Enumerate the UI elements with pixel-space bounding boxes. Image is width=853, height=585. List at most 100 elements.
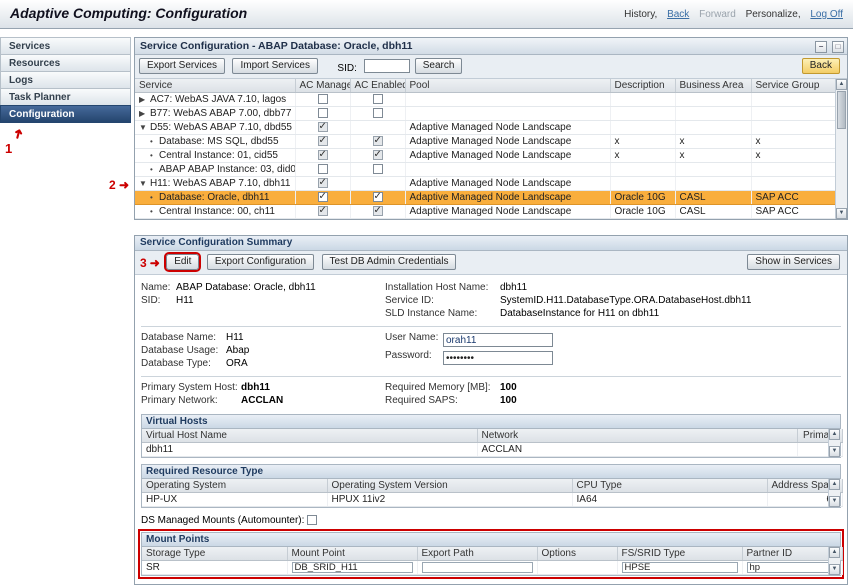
ac-managed-checkbox[interactable] (318, 94, 328, 104)
ds-managed-mounts-checkbox[interactable] (307, 515, 317, 525)
ac-managed-checkbox[interactable] (318, 150, 328, 160)
col-ac-managed[interactable]: AC Managed (295, 79, 350, 93)
col-description[interactable]: Description (610, 79, 675, 93)
divider (141, 326, 841, 327)
resource-type-row[interactable]: HP-UX HPUX 11iv2 IA64 64 (142, 493, 842, 507)
sid-input[interactable] (364, 59, 410, 73)
fs-srid-type-input[interactable]: HPSE (622, 562, 738, 573)
import-services-button[interactable]: Import Services (232, 58, 317, 74)
ac-enabled-cell (350, 135, 405, 149)
service-name: Database: MS SQL, dbd55 (159, 136, 279, 147)
back-button[interactable]: Back (802, 58, 840, 74)
resource-type-scrollbar[interactable]: ▲ ▼ (828, 479, 840, 507)
ac-enabled-cell (350, 177, 405, 191)
scroll-down-icon[interactable]: ▼ (829, 496, 840, 507)
service-row[interactable]: •ABAP ABAP Instance: 03, did03 (135, 163, 835, 177)
col-storage-type[interactable]: Storage Type (142, 547, 287, 561)
service-row[interactable]: •Central Instance: 01, cid55 Adaptive Ma… (135, 149, 835, 163)
partner-id-input[interactable]: hp (747, 562, 838, 573)
ac-enabled-checkbox[interactable] (373, 206, 383, 216)
pool-cell: Adaptive Managed Node Landscape (405, 135, 610, 149)
col-fs-srid-type[interactable]: FS/SRID Type (617, 547, 742, 561)
scroll-up-icon[interactable]: ▲ (829, 479, 840, 490)
col-options[interactable]: Options (537, 547, 617, 561)
sidebar-item-configuration[interactable]: Configuration (0, 105, 131, 123)
services-scrollbar[interactable]: ▲ ▼ (835, 79, 847, 219)
service-row[interactable]: ▼H11: WebAS ABAP 7.10, dbh11 Adaptive Ma… (135, 177, 835, 191)
ac-managed-checkbox[interactable] (318, 178, 328, 188)
sidebar-item-logs[interactable]: Logs (0, 71, 131, 89)
service-row[interactable]: ▼D55: WebAS ABAP 7.10, dbd55 Adaptive Ma… (135, 121, 835, 135)
sidebar-item-services[interactable]: Services (0, 37, 131, 55)
mount-points-scrollbar[interactable]: ▲ ▼ (828, 547, 840, 575)
export-configuration-button[interactable]: Export Configuration (207, 254, 314, 270)
virtual-hosts-scrollbar[interactable]: ▲ ▼ (828, 429, 840, 457)
col-virtual-host-name[interactable]: Virtual Host Name (142, 429, 477, 443)
scroll-up-icon[interactable]: ▲ (829, 429, 840, 440)
col-ac-enabled[interactable]: AC Enabled (350, 79, 405, 93)
service-row[interactable]: •Central Instance: 00, ch11 Adaptive Man… (135, 205, 835, 219)
logoff-link[interactable]: Log Off (810, 9, 843, 20)
col-business-area[interactable]: Business Area (675, 79, 751, 93)
export-services-button[interactable]: Export Services (139, 58, 225, 74)
search-button[interactable]: Search (415, 58, 463, 74)
personalize-link[interactable]: Personalize, (746, 9, 801, 20)
ac-managed-checkbox[interactable] (318, 136, 328, 146)
sidebar-item-task-planner[interactable]: Task Planner (0, 88, 131, 106)
scroll-down-icon[interactable]: ▼ (829, 564, 840, 575)
service-row[interactable]: •Database: MS SQL, dbd55 Adaptive Manage… (135, 135, 835, 149)
mount-point-input[interactable]: DB_SRID_H11 (292, 562, 413, 573)
expand-icon[interactable]: ▶ (139, 94, 150, 105)
user-name-input[interactable] (443, 333, 553, 347)
ac-managed-checkbox[interactable] (318, 164, 328, 174)
page-root: Adaptive Computing: Configuration Histor… (0, 0, 853, 563)
service-cell: ▼H11: WebAS ABAP 7.10, dbh11 (135, 177, 295, 191)
service-row[interactable]: ▶B77: WebAS ABAP 7.00, dbb77 (135, 107, 835, 121)
collapse-icon[interactable]: ▼ (139, 122, 150, 133)
edit-button[interactable]: Edit (166, 254, 199, 270)
ac-enabled-checkbox[interactable] (373, 136, 383, 146)
test-db-admin-credentials-button[interactable]: Test DB Admin Credentials (322, 254, 457, 270)
service-row-selected[interactable]: •Database: Oracle, dbh11 Adaptive Manage… (135, 191, 835, 205)
scroll-down-icon[interactable]: ▼ (836, 208, 847, 219)
ac-enabled-checkbox[interactable] (373, 192, 383, 202)
password-input[interactable] (443, 351, 553, 365)
panel-maximize-icon[interactable]: □ (832, 41, 844, 53)
col-os-version[interactable]: Operating System Version (327, 479, 572, 493)
col-network[interactable]: Network (477, 429, 797, 443)
col-mount-point[interactable]: Mount Point (287, 547, 417, 561)
col-cpu-type[interactable]: CPU Type (572, 479, 767, 493)
scroll-up-icon[interactable]: ▲ (829, 547, 840, 558)
service-name: B77: WebAS ABAP 7.00, dbb77 (150, 108, 291, 119)
virtual-host-row[interactable]: dbh11 ACCLAN (142, 443, 842, 457)
ac-managed-checkbox[interactable] (318, 108, 328, 118)
scroll-down-icon[interactable]: ▼ (829, 446, 840, 457)
database-type-value: ORA (226, 358, 248, 370)
scroll-up-icon[interactable]: ▲ (836, 79, 847, 90)
ac-enabled-checkbox[interactable] (373, 108, 383, 118)
col-service[interactable]: Service (135, 79, 295, 93)
ac-managed-cell (295, 149, 350, 163)
panel-minimize-icon[interactable]: – (815, 41, 827, 53)
ac-managed-checkbox[interactable] (318, 122, 328, 132)
sidebar-item-resources[interactable]: Resources (0, 54, 131, 72)
show-in-services-button[interactable]: Show in Services (747, 254, 840, 270)
ac-enabled-checkbox[interactable] (373, 164, 383, 174)
col-partner-id[interactable]: Partner ID (742, 547, 842, 561)
service-row[interactable]: ▶AC7: WebAS JAVA 7.10, lagos (135, 93, 835, 107)
history-menu[interactable]: History, (624, 9, 657, 20)
back-link[interactable]: Back (667, 9, 689, 20)
col-operating-system[interactable]: Operating System (142, 479, 327, 493)
ac-managed-checkbox[interactable] (318, 192, 328, 202)
col-service-group[interactable]: Service Group (751, 79, 835, 93)
ac-managed-checkbox[interactable] (318, 206, 328, 216)
required-saps-value: 100 (500, 395, 517, 407)
ac-enabled-checkbox[interactable] (373, 150, 383, 160)
collapse-icon[interactable]: ▼ (139, 178, 150, 189)
col-export-path[interactable]: Export Path (417, 547, 537, 561)
col-pool[interactable]: Pool (405, 79, 610, 93)
expand-icon[interactable]: ▶ (139, 108, 150, 119)
ac-enabled-checkbox[interactable] (373, 94, 383, 104)
scrollbar-thumb[interactable] (837, 91, 846, 129)
export-path-input[interactable] (422, 562, 533, 573)
